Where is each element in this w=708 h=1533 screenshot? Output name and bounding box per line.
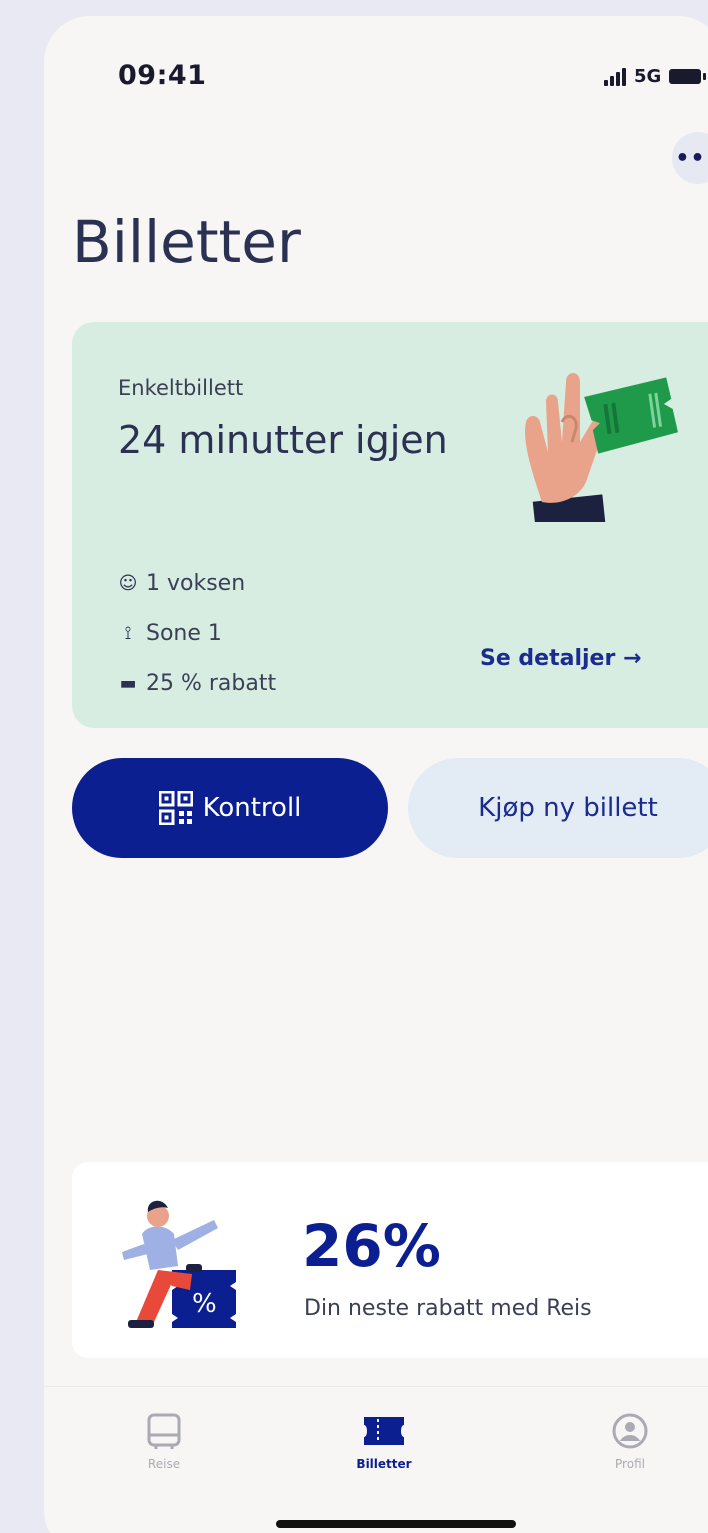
buy-new-ticket-button[interactable]: Kjøp ny billett	[408, 758, 708, 858]
control-button-label: Kontroll	[202, 793, 302, 823]
discount-label: Din neste rabatt med Reis	[304, 1296, 592, 1321]
network-label: 5G	[634, 66, 662, 87]
travel-icon	[147, 1413, 181, 1449]
ticket-icon	[364, 1417, 404, 1445]
ticket-time-remaining: 24 minutter igjen	[118, 418, 448, 462]
more-options-button[interactable]: •••	[672, 132, 708, 184]
buy-button-label: Kjøp ny billett	[478, 793, 658, 823]
tab-profile-label: Profil	[615, 1457, 645, 1471]
person-icon: ☺	[118, 572, 138, 594]
zone-icon: ⟟	[124, 622, 132, 644]
hand-holding-ticket-illustration	[525, 373, 678, 522]
tab-travel[interactable]: Reise	[104, 1411, 224, 1471]
page-title: Billetter	[72, 208, 301, 276]
ticket-detail-travellers: ☺ 1 voksen	[118, 558, 276, 608]
ellipsis-icon: •••	[675, 145, 708, 171]
profile-icon	[612, 1413, 648, 1449]
tab-tickets-label: Billetter	[356, 1457, 412, 1471]
tab-tickets[interactable]: Billetter	[324, 1411, 444, 1471]
ticket-details: ☺ 1 voksen ⟟ Sone 1 ▬ 25 % rabatt	[118, 558, 277, 708]
discount-percentage: 26%	[302, 1212, 441, 1280]
ticket-type: Enkeltbillett	[118, 376, 244, 400]
person-stepping-on-ticket-illustration: %	[122, 1200, 236, 1328]
travellers-text: 1 voksen	[146, 570, 246, 596]
next-discount-card[interactable]: % 26% Din neste rabatt med Reis	[72, 1162, 708, 1358]
battery-icon	[669, 69, 707, 84]
home-indicator	[276, 1520, 516, 1528]
ticket-detail-zone: ⟟ Sone 1	[118, 608, 276, 658]
tab-profile[interactable]: Profil	[570, 1411, 690, 1471]
discount-text: 25 % rabatt	[146, 670, 277, 696]
svg-text:%: %	[192, 1289, 217, 1319]
signal-icon	[604, 67, 626, 86]
phone-screen: 09:41 5G ••• Billetter Enkeltbillett 24 …	[44, 16, 708, 1533]
see-details-link[interactable]: Se detaljer →	[480, 646, 641, 671]
ticket-icon: ▬	[119, 672, 137, 694]
qr-code-icon	[158, 791, 193, 825]
status-time: 09:41	[118, 60, 207, 91]
tab-bar: Reise Billetter Profil	[44, 1386, 708, 1533]
ticket-detail-discount: ▬ 25 % rabatt	[118, 658, 276, 708]
active-ticket-card[interactable]: Enkeltbillett 24 minutter igjen ☺ 1 voks…	[72, 322, 708, 728]
status-indicators: 5G	[604, 66, 707, 87]
zone-text: Sone 1	[146, 620, 222, 646]
tab-travel-label: Reise	[147, 1457, 181, 1471]
control-button[interactable]: Kontroll	[72, 758, 388, 858]
